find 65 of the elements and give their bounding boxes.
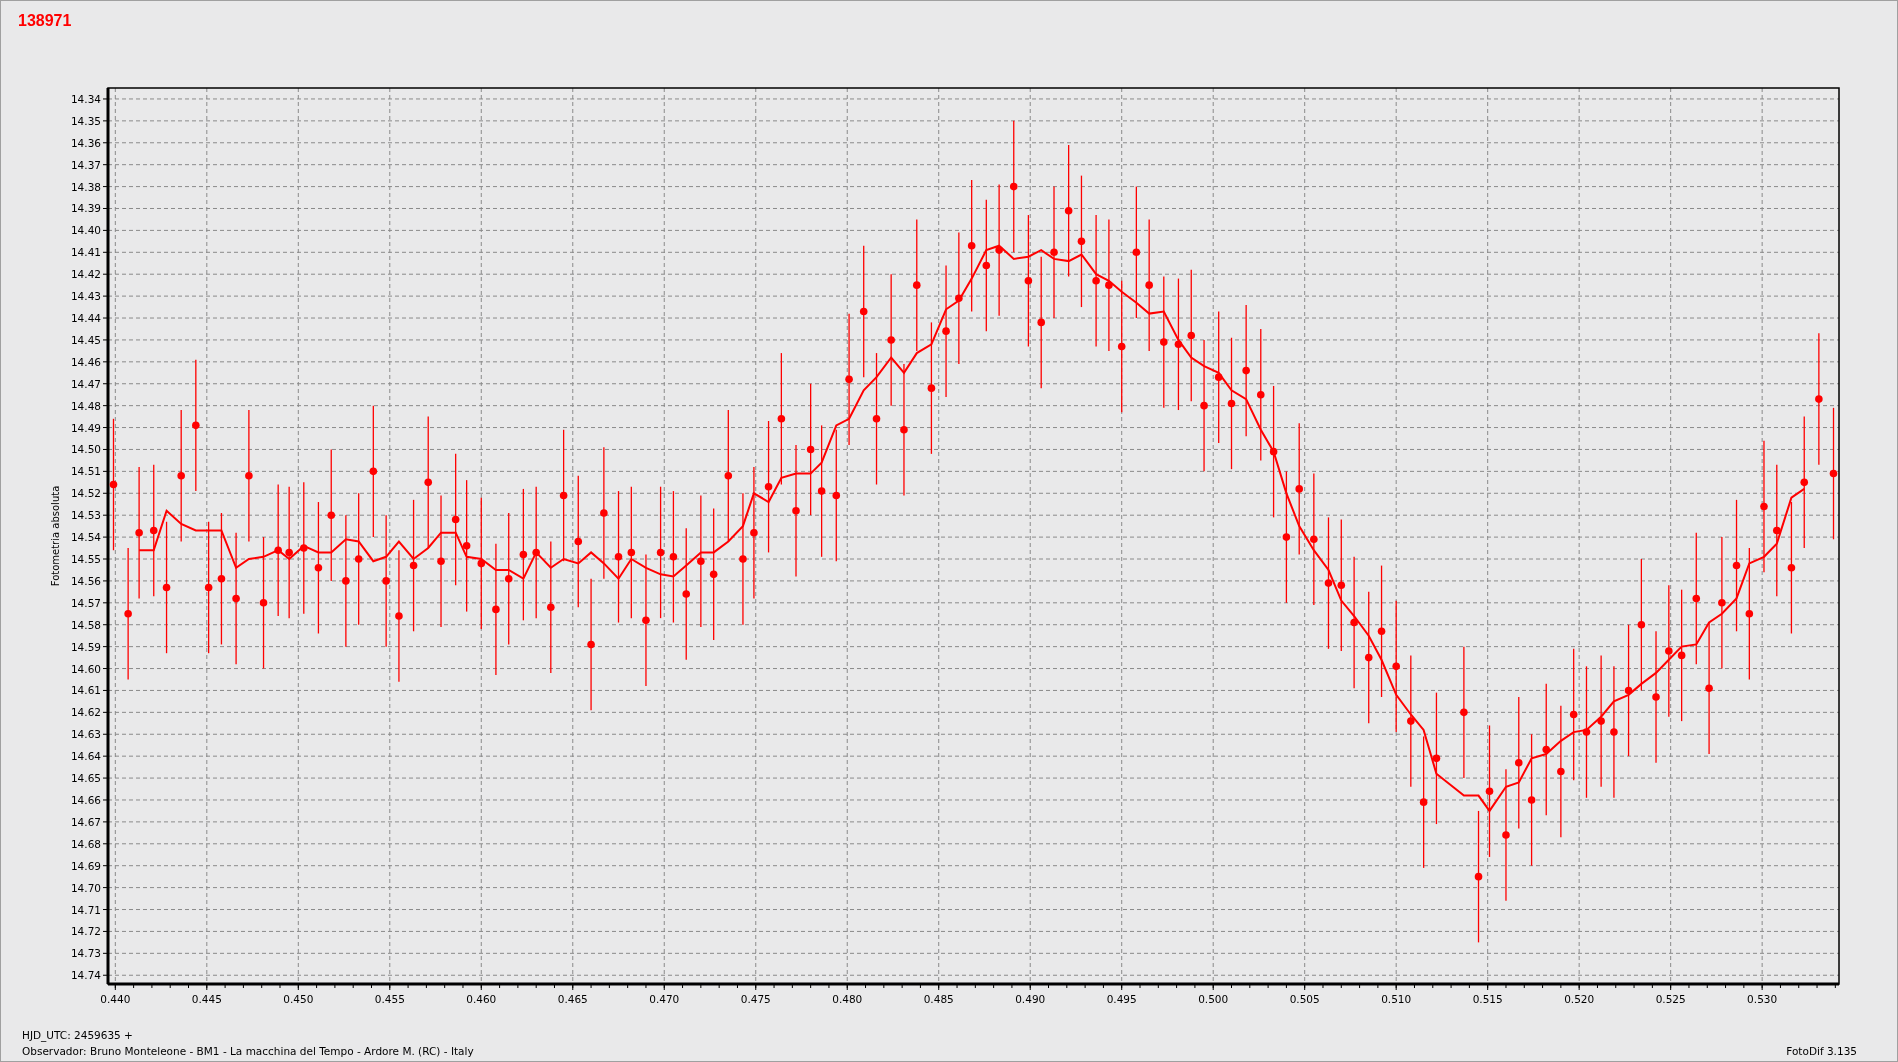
axis-tick-label: 0.510	[1381, 993, 1412, 1005]
chart-title: 138971	[18, 12, 72, 29]
axis-tick-label: 14.68	[70, 837, 101, 850]
axis-tick-label: 14.53	[70, 509, 101, 522]
axis-title: Fotometria absoluta	[50, 485, 61, 587]
axis-tick-label: 0.465	[557, 993, 588, 1005]
axis-tick-label: 0.495	[1106, 993, 1137, 1005]
axis-tick-label: 14.66	[70, 794, 101, 806]
axis-tick-label: 14.50	[70, 443, 101, 456]
axis-tick-label: 14.73	[70, 947, 101, 960]
observer-label: Observador: Bruno Monteleone - BM1 - La macchina del Tempo - Ardore M. (RC) - Italy	[22, 1045, 474, 1057]
axis-tick-label: 14.38	[70, 180, 101, 193]
axis-tick-label: 14.62	[70, 706, 101, 719]
axis-tick-label: 0.445	[191, 993, 222, 1005]
axis-tick-label: 14.41	[70, 246, 101, 259]
axis-tick-label: 0.530	[1747, 993, 1778, 1005]
axis-tick-label: 14.57	[70, 596, 101, 609]
axis-tick-label: 14.71	[70, 903, 101, 916]
axis-tick-label: 14.46	[70, 355, 101, 368]
axis-tick-label: 14.72	[70, 925, 101, 938]
axis-tick-label: 14.48	[70, 399, 101, 412]
axis-tick-label: 0.520	[1564, 993, 1595, 1005]
axis-tick-label: 0.485	[923, 993, 954, 1005]
axis-tick-label: 14.55	[70, 553, 101, 565]
axis-tick-label: 14.52	[70, 487, 101, 500]
axis-tick-label: 14.40	[70, 224, 101, 237]
axis-tick-label: 0.455	[374, 993, 405, 1005]
axis-tick-label: 0.490	[1015, 993, 1046, 1005]
axis-tick-label: 14.54	[70, 531, 101, 544]
axis-tick-label: 14.36	[70, 136, 101, 149]
axis-tick-label: 0.460	[466, 993, 497, 1005]
axis-tick-label: 14.43	[70, 290, 101, 303]
axis-tick-label: 14.35	[70, 114, 101, 127]
axis-tick-label: 14.65	[70, 772, 101, 785]
epoch-label: HJD_UTC: 2459635 +	[22, 1029, 134, 1041]
axis-tick-label: 14.56	[70, 574, 101, 587]
axis-tick-label: 0.470	[649, 993, 680, 1005]
axis-tick-label: 14.37	[70, 158, 101, 171]
axis-tick-label: 14.39	[70, 202, 101, 215]
axis-tick-label: 0.505	[1289, 993, 1320, 1005]
axis-tick-label: 14.74	[70, 969, 101, 982]
axis-tick-label: 14.51	[70, 465, 101, 478]
axis-tick-label: 14.67	[70, 815, 101, 828]
axis-tick-label: 0.500	[1198, 993, 1229, 1005]
axis-tick-label: 14.49	[70, 421, 101, 434]
axis-tick-label: 0.440	[100, 993, 131, 1005]
axis-tick-label: 14.34	[70, 92, 101, 105]
axis-tick-label: 14.59	[70, 640, 101, 653]
axis-tick-label: 14.58	[70, 618, 101, 631]
axis-tick-label: 14.63	[70, 728, 101, 741]
axis-tick-label: 14.60	[70, 662, 101, 675]
axis-tick-label: 14.42	[70, 268, 101, 281]
axis-tick-label: 0.450	[283, 993, 314, 1005]
axis-tick-label: 14.64	[70, 750, 101, 763]
software-version: FotoDif 3.135	[1786, 1045, 1857, 1057]
axis-tick-label: 14.61	[70, 684, 101, 697]
axis-tick-label: 14.44	[70, 312, 101, 324]
axis-tick-label: 14.70	[70, 881, 101, 894]
axis-tick-label: 0.515	[1472, 993, 1503, 1005]
axis-tick-label: 0.475	[740, 993, 771, 1005]
axis-tick-label: 0.525	[1655, 993, 1686, 1005]
axis-tick-label: 0.480	[832, 993, 863, 1005]
axis-tick-label: 14.69	[70, 859, 101, 872]
axis-tick-label: 14.47	[70, 377, 101, 390]
axis-tick-label: 14.45	[70, 333, 101, 346]
